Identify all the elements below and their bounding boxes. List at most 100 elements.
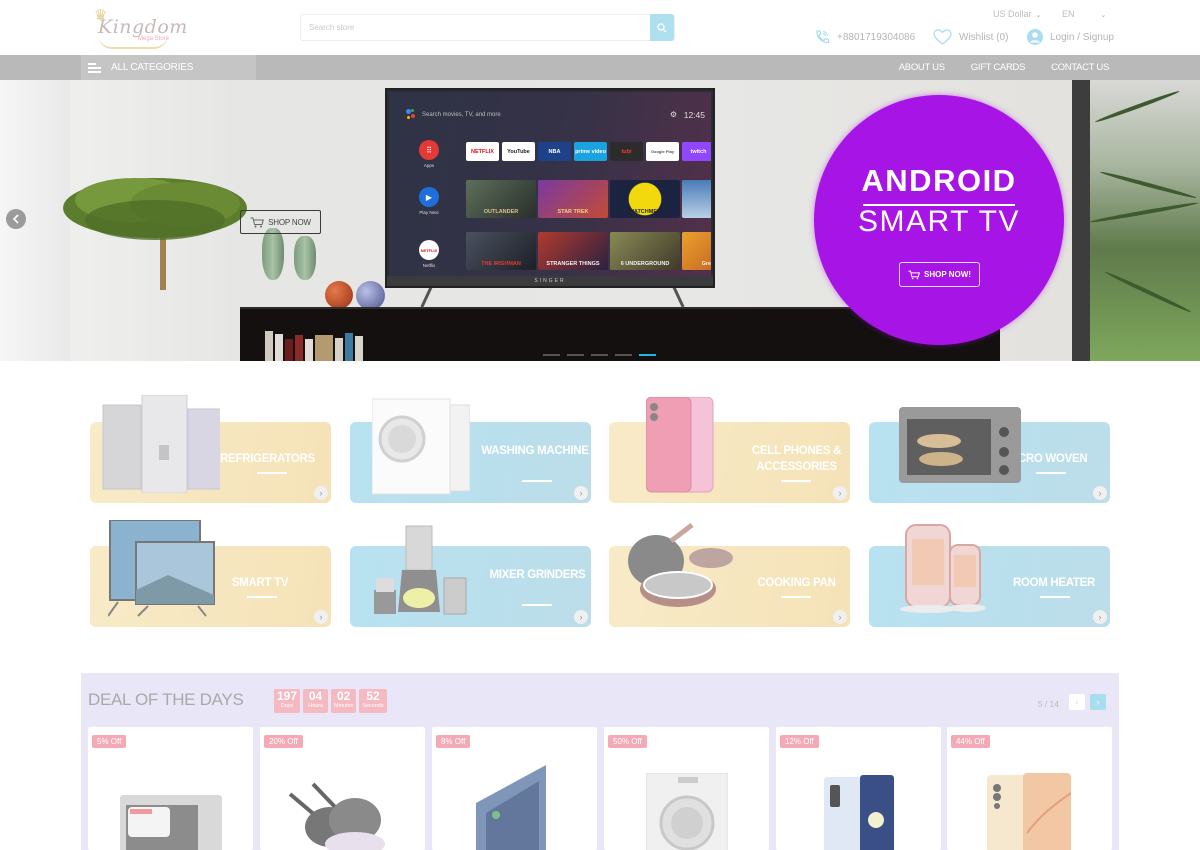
room-heater-image [900,524,986,613]
countdown-hours: 04 Hours [303,689,329,713]
search-button[interactable] [650,14,674,41]
chevron-right-icon[interactable]: › [574,486,588,500]
countdown-days: 197 Days [274,689,301,713]
cart-icon [250,217,265,227]
books [265,325,390,361]
login-signup-label: Login / Signup [1050,31,1114,43]
android-smart-tv-promo: ANDROID SMART TV SHOP NOW! [814,95,1064,345]
deal-card[interactable]: 50% Off [604,727,769,850]
nav-link-contact-us[interactable]: CONTACT US [1051,62,1109,73]
heart-icon [933,29,952,45]
smart-tv-image [108,520,215,617]
chevron-right-icon[interactable]: › [314,610,328,624]
category-underline [247,596,277,598]
all-categories-label: ALL CATEGORIES [111,62,194,73]
currency-select[interactable]: US Dollar ⌄ [993,9,1041,19]
chevron-left-icon [12,214,19,224]
nav-link-about-us[interactable]: ABOUT US [899,62,945,73]
android-tv-image: Search movies, TV, and more ⚙ 12:45 ⠿ App… [385,88,715,288]
slider-dot-2[interactable] [567,354,584,356]
nav-links: ABOUT US GIFT CARDS CONTACT US [899,55,1110,80]
slider-dot-5-active[interactable] [639,354,656,356]
tv-side-play-next: ▶ Play Next [417,187,441,215]
app-tile-twitch: twitch [682,142,711,161]
chevron-right-icon[interactable]: › [574,610,588,624]
chevron-left-icon: ‹ [1075,697,1079,707]
tv-gear-icon: ⚙ [669,110,677,119]
potted-plant-image [63,178,247,240]
cooking-pan-image [628,523,733,607]
tv-search-hint: Search movies, TV, and more [422,112,501,118]
discount-badge: 12% Off [780,735,819,748]
discount-badge: 5% Off [92,735,127,748]
discount-badge: 50% Off [608,735,647,748]
poster-outlander: OUTLANDER [466,180,536,218]
search-icon [657,22,667,32]
chevron-right-icon[interactable]: › [1093,486,1107,500]
cell-phone-image [646,397,714,493]
chevron-right-icon: › [1096,697,1100,707]
discount-badge: 8% Off [436,735,471,748]
promo-shop-now-button[interactable]: SHOP NOW! [899,262,980,287]
phone-contact[interactable]: +8801719304086 [814,28,915,46]
app-tile-youtube: YouTube [502,142,535,161]
hero-shop-now-button[interactable]: SHOP NOW [240,210,321,234]
category-label: SMART TV [231,577,289,589]
copper-ball [325,281,353,309]
poster-6-underground: 6 UNDERGROUND [610,232,680,270]
deal-card[interactable]: 8% Off [432,727,597,850]
deal-of-the-days-section: DEAL OF THE DAYS 197 Days 04 Hours 02 Minut… [81,673,1119,850]
tv-clock: 12:45 [683,110,705,120]
green-vase [294,236,316,280]
search-input[interactable] [309,15,649,40]
chevron-right-icon[interactable]: › [314,486,328,500]
discount-badge: 20% Off [264,735,303,748]
deal-countdown: 197 Days 04 Hours 02 Minutes 52 Seconds [274,689,387,713]
oled-tv-image [476,765,546,850]
tv-side-netflix: NETFLIX Netflix [417,240,441,268]
gold-phone-image [987,773,1071,850]
app-tile-prime-video: prime video [574,142,607,161]
category-label: ROOM HEATER [1012,577,1096,589]
poster-blue [682,180,711,218]
chevron-right-icon[interactable]: › [833,486,847,500]
poster-irishman: THE IRISHMAN [466,232,536,270]
slider-dot-4[interactable] [615,354,632,356]
wishlist-label: Wishlist (0) [959,31,1009,43]
deal-card[interactable]: 5% Off [88,727,253,850]
all-categories-button[interactable]: ALL CATEGORIES [81,55,256,80]
search-bar [300,14,675,41]
slider-dot-1[interactable] [543,354,560,356]
language-select[interactable]: EN ⌄ [1062,9,1106,19]
palm-plants-image [1089,80,1200,361]
promo-line-2: SMART TV [857,205,1021,238]
refrigerators-image [102,395,220,493]
deal-card[interactable]: 20% Off [260,727,425,850]
store-logo[interactable]: ♛ Kingdom Mega Store [92,4,187,50]
category-underline [781,480,811,482]
poster-watchmen: WATCHMEN [610,180,680,218]
language-value: EN [1062,9,1075,19]
countdown-minutes: 02 Minutes [331,689,357,713]
slider-dot-3[interactable] [591,354,608,356]
deals-next-button[interactable]: › [1090,694,1106,710]
hero-prev-button[interactable] [6,209,26,229]
category-label: COOKING PAN [757,577,836,589]
oven-image [899,407,1021,483]
deals-title: DEAL OF THE DAYS [88,690,244,709]
chevron-right-icon[interactable]: › [1093,610,1107,624]
washing-machine-image [372,398,470,495]
deal-card[interactable]: 44% Off [947,727,1112,850]
poster-star-trek: STAR TREK [538,180,608,218]
chevron-right-icon[interactable]: › [833,610,847,624]
deals-prev-button[interactable]: ‹ [1069,694,1085,710]
main-nav: ALL CATEGORIES ABOUT US GIFT CARDS CONTA… [0,55,1200,80]
deal-card[interactable]: 12% Off [776,727,941,850]
app-tile-google-play: Google Play [646,142,679,161]
nav-link-gift-cards[interactable]: GIFT CARDS [971,62,1026,73]
mixer-grinder-image [374,525,467,615]
login-signup-link[interactable]: Login / Signup [1027,28,1114,46]
wishlist-link[interactable]: Wishlist (0) [933,28,1008,46]
promo-shop-now-label: SHOP NOW! [924,270,971,279]
category-label: CELL PHONES & ACCESSORIES [751,445,842,473]
